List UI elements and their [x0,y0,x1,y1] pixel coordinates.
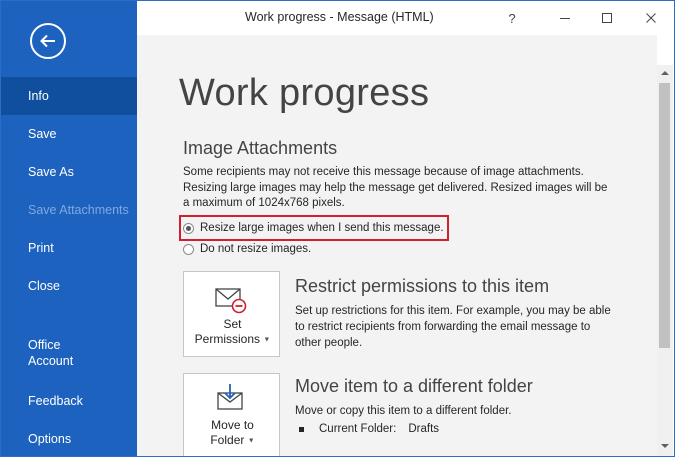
move-item-heading: Move item to a different folder [295,376,533,396]
caret-down-icon: ▼ [263,336,271,344]
close-icon [646,13,656,23]
back-button[interactable] [30,23,66,59]
image-attachments-description: Some recipients may not receive this mes… [183,166,608,209]
current-folder-row: Current Folder: Drafts [299,423,439,435]
nav-item-options[interactable]: Options [1,420,137,456]
title-bar: Work progress - Message (HTML) ? [137,1,674,35]
move-to-folder-button[interactable]: Move to Folder ▼ [183,373,280,456]
minimize-button[interactable] [554,7,576,29]
nav-item-close[interactable]: Close [1,267,137,305]
do-not-resize-option[interactable]: Do not resize images. [183,243,311,255]
caret-down-icon: ▼ [247,437,255,445]
close-window-button[interactable] [640,7,662,29]
scroll-up-button[interactable] [657,65,673,81]
scroll-down-icon [661,444,669,448]
scroll-down-button[interactable] [657,438,673,454]
set-permissions-button[interactable]: Set Permissions ▼ [183,271,280,357]
nav-item-info[interactable]: Info [1,77,137,115]
scroll-thumb[interactable] [659,83,670,348]
move-to-folder-icon [217,384,243,410]
nav-item-save[interactable]: Save [1,115,137,153]
maximize-icon [602,13,612,23]
restrict-permissions-description: Set up restrictions for this item. For e… [295,305,611,349]
help-button[interactable]: ? [501,7,523,29]
image-attachments-heading: Image Attachments [183,138,338,158]
minimize-icon [560,18,570,19]
scroll-up-icon [661,71,669,75]
bullet [299,426,304,432]
resize-images-option[interactable]: Resize large images when I send this mes… [183,222,444,234]
window-title: Work progress - Message (HTML) [245,10,434,24]
message-window: Info Save Save As Save Attachments Print… [0,0,675,457]
radio-unchecked[interactable] [183,243,194,255]
nav-item-print[interactable]: Print [1,229,137,267]
vertical-scrollbar[interactable] [657,65,673,456]
nav-item-feedback[interactable]: Feedback [1,382,137,420]
backstage-sidebar: Info Save Save As Save Attachments Print… [1,1,137,456]
nav-item-save-as[interactable]: Save As [1,153,137,191]
move-item-description: Move or copy this item to a different fo… [295,405,512,417]
back-arrow-icon [40,34,55,48]
envelope-restrict-icon [215,288,247,314]
info-pane: Work progress Image Attachments Some rec… [137,35,657,456]
nav-item-save-attachments: Save Attachments [28,203,129,217]
radio-checked[interactable] [183,222,194,234]
maximize-button[interactable] [596,7,618,29]
nav-item-office-account[interactable]: Office Account [1,331,137,375]
restrict-permissions-heading: Restrict permissions to this item [295,276,550,296]
page-title: Work progress [179,72,430,114]
